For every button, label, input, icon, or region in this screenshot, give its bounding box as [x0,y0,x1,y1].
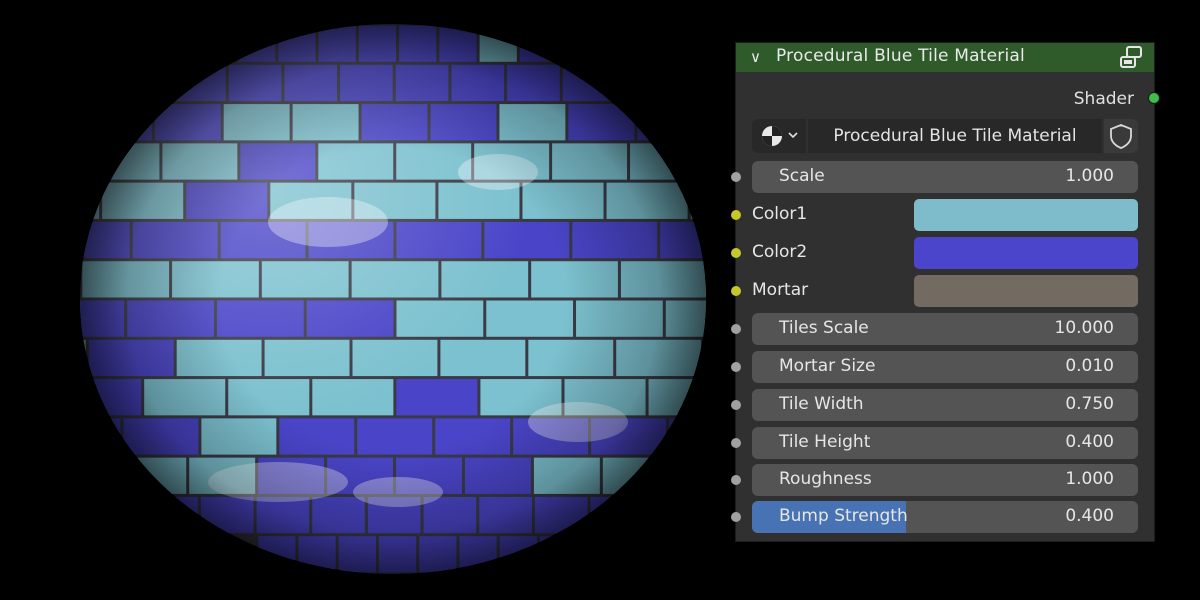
shader-output-socket[interactable] [1148,92,1160,104]
mortar-color-swatch[interactable] [914,275,1138,307]
fake-user-button[interactable] [1104,119,1138,153]
sphere-tile [78,261,79,297]
bump-strength-value: 0.400 [1065,506,1114,526]
tiles-scale-value: 10.000 [1054,318,1114,338]
material-sphere-icon [762,126,798,146]
material-node[interactable]: ∨ Procedural Blue Tile Material Shader P… [731,42,1160,542]
node-header[interactable]: ∨ Procedural Blue Tile Material [736,43,1154,72]
tile-sphere-preview [78,24,706,574]
sphere-tile [671,457,706,494]
color1-label: Color1 [752,204,808,224]
mortar-size-label: Mortar Size [779,356,876,376]
input-row-tile-width[interactable]: Tile Width 0.750 [731,389,1154,421]
roughness-value: 1.000 [1065,469,1114,489]
color1-color-swatch[interactable] [914,199,1138,231]
output-shader-label: Shader [1073,89,1134,109]
input-row-scale[interactable]: Scale 1.000 [731,161,1154,193]
sphere-tile [80,418,121,455]
input-row-tile-height[interactable]: Tile Height 0.400 [731,427,1154,459]
scale-input-socket[interactable] [731,172,741,182]
input-row-roughness[interactable]: Roughness 1.000 [731,464,1154,496]
tile-width-slider[interactable]: Tile Width 0.750 [752,389,1138,421]
tiles-scale-label: Tiles Scale [779,318,869,338]
sphere-tile [637,104,704,141]
roughness-input-socket[interactable] [731,475,741,485]
tile-height-label: Tile Height [779,432,871,452]
mortar-size-input-socket[interactable] [731,362,741,372]
input-row-bump-strength[interactable]: Bump Strength 0.400 [731,501,1154,533]
sphere-tile [618,64,672,102]
tile-width-input-socket[interactable] [731,400,741,410]
mortar-input-socket[interactable] [731,286,741,296]
sphere-tile [690,182,706,219]
mortar-size-value: 0.010 [1065,356,1114,376]
tiles-scale-slider[interactable]: Tiles Scale 10.000 [752,313,1138,345]
material-preview-sphere [78,22,708,577]
input-row-color1[interactable]: Color1 [731,199,1154,231]
tiles-scale-input-socket[interactable] [731,324,741,334]
color2-label: Color2 [752,242,808,262]
input-row-color2[interactable]: Color2 [731,237,1154,269]
bump-strength-slider[interactable]: Bump Strength 0.400 [752,501,1138,533]
node-title: Procedural Blue Tile Material [776,46,1025,66]
mortar-size-slider[interactable]: Mortar Size 0.010 [752,351,1138,383]
color2-input-socket[interactable] [731,248,741,258]
shield-icon [1110,124,1132,149]
bump-strength-input-socket[interactable] [731,512,741,522]
sphere-tile [539,536,578,573]
bump-strength-label: Bump Strength [779,506,908,526]
material-selector[interactable]: Procedural Blue Tile Material [752,119,1138,153]
input-row-tiles-scale[interactable]: Tiles Scale 10.000 [731,313,1154,345]
roughness-label: Roughness [779,469,872,489]
sphere-tile [704,339,706,377]
node-group-icon[interactable] [1118,45,1144,71]
input-row-mortar[interactable]: Mortar [731,275,1154,307]
material-type-dropdown[interactable] [752,119,806,153]
scale-slider[interactable]: Scale 1.000 [752,161,1138,193]
tile-height-slider[interactable]: Tile Height 0.400 [752,427,1138,459]
material-name-field[interactable]: Procedural Blue Tile Material [808,119,1102,153]
tile-height-input-socket[interactable] [731,438,741,448]
color1-input-socket[interactable] [731,210,741,220]
scale-label: Scale [779,166,825,186]
sphere-tile [669,418,706,455]
mortar-label: Mortar [752,280,809,300]
roughness-slider[interactable]: Roughness 1.000 [752,464,1138,496]
tile-width-value: 0.750 [1065,394,1114,414]
tile-width-label: Tile Width [779,394,864,414]
scale-value: 1.000 [1065,166,1114,186]
color2-color-swatch[interactable] [914,237,1138,269]
tile-height-value: 0.400 [1065,432,1114,452]
input-row-mortar-size[interactable]: Mortar Size 0.010 [731,351,1154,383]
chevron-down-icon[interactable]: ∨ [750,48,761,66]
